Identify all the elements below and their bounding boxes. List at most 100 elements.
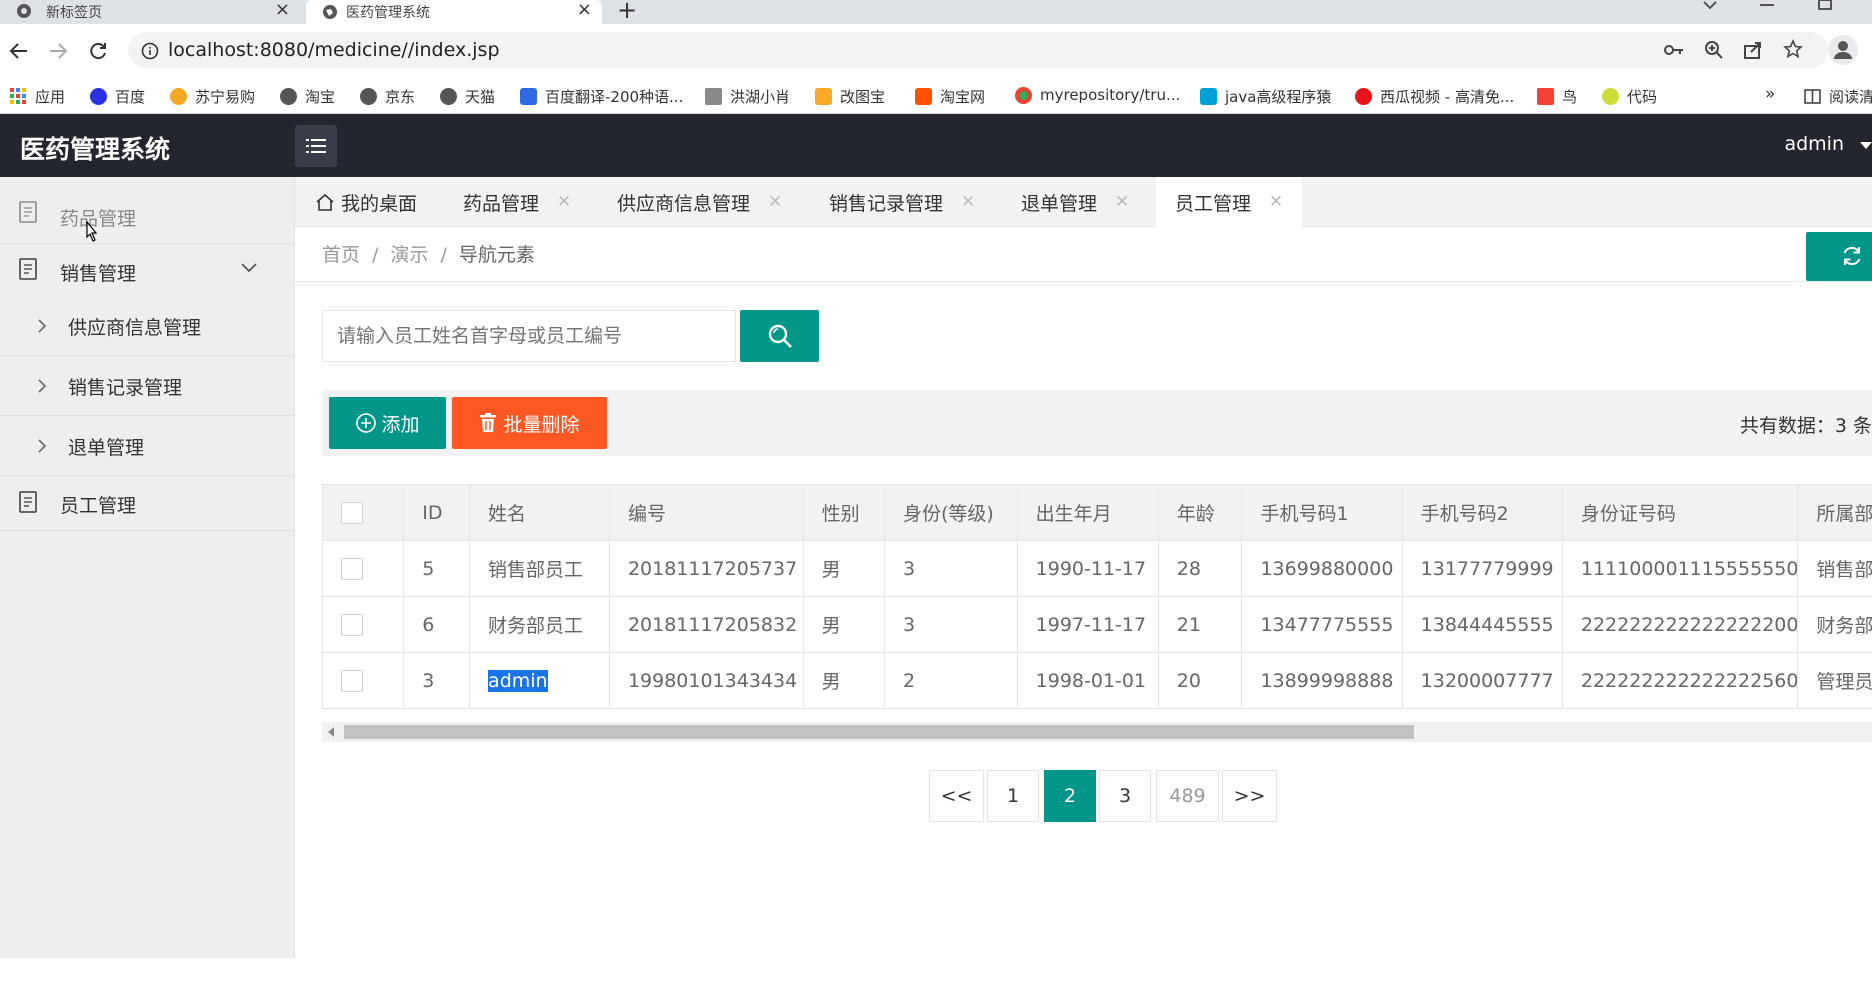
menu-toggle-button[interactable] <box>295 125 337 167</box>
restore-icon[interactable] <box>1818 0 1832 10</box>
column-header[interactable]: 出生年月 <box>1016 484 1159 541</box>
bookmark-tmall[interactable]: 天猫 <box>440 86 495 107</box>
horizontal-scrollbar[interactable] <box>322 722 1872 742</box>
pagination-page[interactable]: 1 <box>987 770 1039 822</box>
column-header[interactable]: 身份(等级) <box>883 484 1018 541</box>
close-tab-icon[interactable]: ✕ <box>1115 192 1129 212</box>
scroll-left-icon[interactable] <box>328 727 334 737</box>
bookmark-apps[interactable]: 应用 <box>10 86 65 107</box>
url-text[interactable]: localhost:8080/medicine//index.jsp <box>168 39 500 61</box>
row-checkbox[interactable] <box>341 557 363 580</box>
bookmark-star-icon[interactable] <box>1783 39 1803 59</box>
sidebar-subitem-sales-record[interactable]: 销售记录管理 <box>0 356 294 416</box>
column-header[interactable]: 年龄 <box>1157 484 1243 541</box>
column-header[interactable]: 手机号码1 <box>1241 484 1403 541</box>
close-tab-icon[interactable]: ✕ <box>961 192 975 212</box>
forward-arrow-icon[interactable] <box>48 41 68 61</box>
tab-search-icon[interactable] <box>1702 0 1718 12</box>
pagination-page-current[interactable]: 2 <box>1044 770 1096 822</box>
profile-avatar-icon[interactable] <box>1828 35 1858 65</box>
minimize-icon[interactable] <box>1760 4 1774 8</box>
key-icon[interactable] <box>1664 42 1684 58</box>
bookmark-java[interactable]: java高级程序猿 <box>1200 86 1331 107</box>
tab-medicine[interactable]: 药品管理 ✕ <box>463 177 571 227</box>
reading-list[interactable]: 阅读清 <box>1804 86 1872 107</box>
add-button[interactable]: 添加 <box>329 397 446 449</box>
bookmark-xigua[interactable]: 西瓜视频 - 高清免... <box>1355 86 1514 107</box>
bookmark-gaitubao[interactable]: 改图宝 <box>815 86 885 107</box>
column-header[interactable]: ID <box>403 484 471 541</box>
sidebar-item-employee[interactable]: 员工管理 <box>0 476 294 531</box>
bookmark-taobaowang[interactable]: 淘宝网 <box>915 86 985 107</box>
new-tab-button[interactable]: + <box>617 0 637 24</box>
table-row[interactable]: 3 admin 19980101343434 男 2 1998-01-01 20… <box>322 652 1872 709</box>
browser-tab-newtab[interactable]: 新标签页 × <box>0 0 300 24</box>
column-header[interactable]: 身份证号码 <box>1561 484 1799 541</box>
close-tab-icon[interactable]: ✕ <box>768 192 782 212</box>
pagination-last-page[interactable]: 489 <box>1156 770 1219 822</box>
close-tab-icon[interactable]: × <box>275 0 290 20</box>
row-checkbox[interactable] <box>341 613 363 636</box>
browser-tab-active[interactable]: 医药管理系统 × <box>306 0 602 24</box>
select-all-cell[interactable] <box>322 484 405 541</box>
tab-refund[interactable]: 退单管理 ✕ <box>1021 177 1129 227</box>
bookmark-baidu-translate[interactable]: 百度翻译-200种语... <box>520 86 683 107</box>
column-header[interactable]: 性别 <box>802 484 885 541</box>
menu-list-icon <box>306 138 326 154</box>
table-cell: 28 <box>1157 540 1243 597</box>
bookmark-suning[interactable]: 苏宁易购 <box>170 86 255 107</box>
bookmark-myrepository[interactable]: myrepository/tru... <box>1015 86 1180 104</box>
table-row[interactable]: 6 财务部员工 20181117205832 男 3 1997-11-17 21… <box>322 596 1872 653</box>
zoom-icon[interactable] <box>1704 40 1724 60</box>
sidebar-item-medicine[interactable]: 药品管理 <box>0 177 294 244</box>
select-all-checkbox[interactable] <box>341 501 363 524</box>
sidebar-subitem-refund[interactable]: 退单管理 <box>0 416 294 476</box>
tab-employee[interactable]: 员工管理 ✕ <box>1156 177 1302 227</box>
site-info-icon[interactable] <box>141 42 159 60</box>
bookmarks-more-button[interactable]: » <box>1765 84 1775 104</box>
employee-table: ID 姓名 编号 性别 身份(等级) 出生年月 年龄 手机号码1 手机号码2 身… <box>322 484 1872 709</box>
breadcrumb-demo[interactable]: 演示 <box>390 244 428 266</box>
bookmark-label: myrepository/tru... <box>1040 86 1181 104</box>
tab-sales-record[interactable]: 销售记录管理 ✕ <box>829 177 975 227</box>
bookmark-honghu[interactable]: 洪湖小肖 <box>705 86 790 107</box>
bookmark-label: 京东 <box>385 88 416 106</box>
table-row[interactable]: 5 销售部员工 20181117205737 男 3 1990-11-17 28… <box>322 540 1872 597</box>
sidebar-subitem-supplier[interactable]: 供应商信息管理 <box>0 296 294 356</box>
search-input[interactable] <box>322 310 736 362</box>
reading-list-icon <box>1804 89 1821 104</box>
row-checkbox[interactable] <box>341 669 363 692</box>
breadcrumb-home[interactable]: 首页 <box>322 244 360 266</box>
row-select-cell[interactable] <box>322 652 405 709</box>
row-select-cell[interactable] <box>322 596 405 653</box>
close-tab-icon[interactable]: ✕ <box>557 192 571 212</box>
column-header[interactable]: 编号 <box>608 484 804 541</box>
bookmark-bird[interactable]: 鸟 <box>1537 86 1577 107</box>
tab-supplier[interactable]: 供应商信息管理 ✕ <box>617 177 782 227</box>
share-icon[interactable] <box>1743 40 1763 60</box>
close-tab-icon[interactable]: × <box>577 0 592 20</box>
user-menu[interactable]: admin <box>1784 133 1844 155</box>
column-header[interactable]: 姓名 <box>469 484 610 541</box>
scrollbar-thumb[interactable] <box>344 725 1414 739</box>
pagination-next[interactable]: >> <box>1222 770 1277 822</box>
sidebar-item-sales[interactable]: 销售管理 <box>0 244 294 296</box>
pagination-prev[interactable]: << <box>929 770 984 822</box>
refresh-button[interactable] <box>1806 232 1872 281</box>
tab-home[interactable]: 我的桌面 <box>315 177 417 227</box>
pagination-page[interactable]: 3 <box>1099 770 1151 822</box>
bookmark-baidu[interactable]: 百度 <box>90 86 145 107</box>
bookmark-taobao[interactable]: 淘宝 <box>280 86 335 107</box>
bookmark-jd[interactable]: 京东 <box>360 86 415 107</box>
batch-delete-button[interactable]: 批量删除 <box>452 397 607 449</box>
column-header[interactable]: 手机号码2 <box>1401 484 1563 541</box>
globe-icon <box>280 88 297 105</box>
back-arrow-icon[interactable] <box>9 41 29 61</box>
close-tab-icon[interactable]: ✕ <box>1269 192 1283 212</box>
row-select-cell[interactable] <box>322 540 405 597</box>
reload-icon[interactable] <box>88 41 108 61</box>
search-button[interactable] <box>740 310 819 362</box>
bookmark-code[interactable]: 代码 <box>1602 86 1657 107</box>
app-header: 医药管理系统 admin <box>0 114 1872 177</box>
column-header[interactable]: 所属部门 <box>1797 484 1872 541</box>
